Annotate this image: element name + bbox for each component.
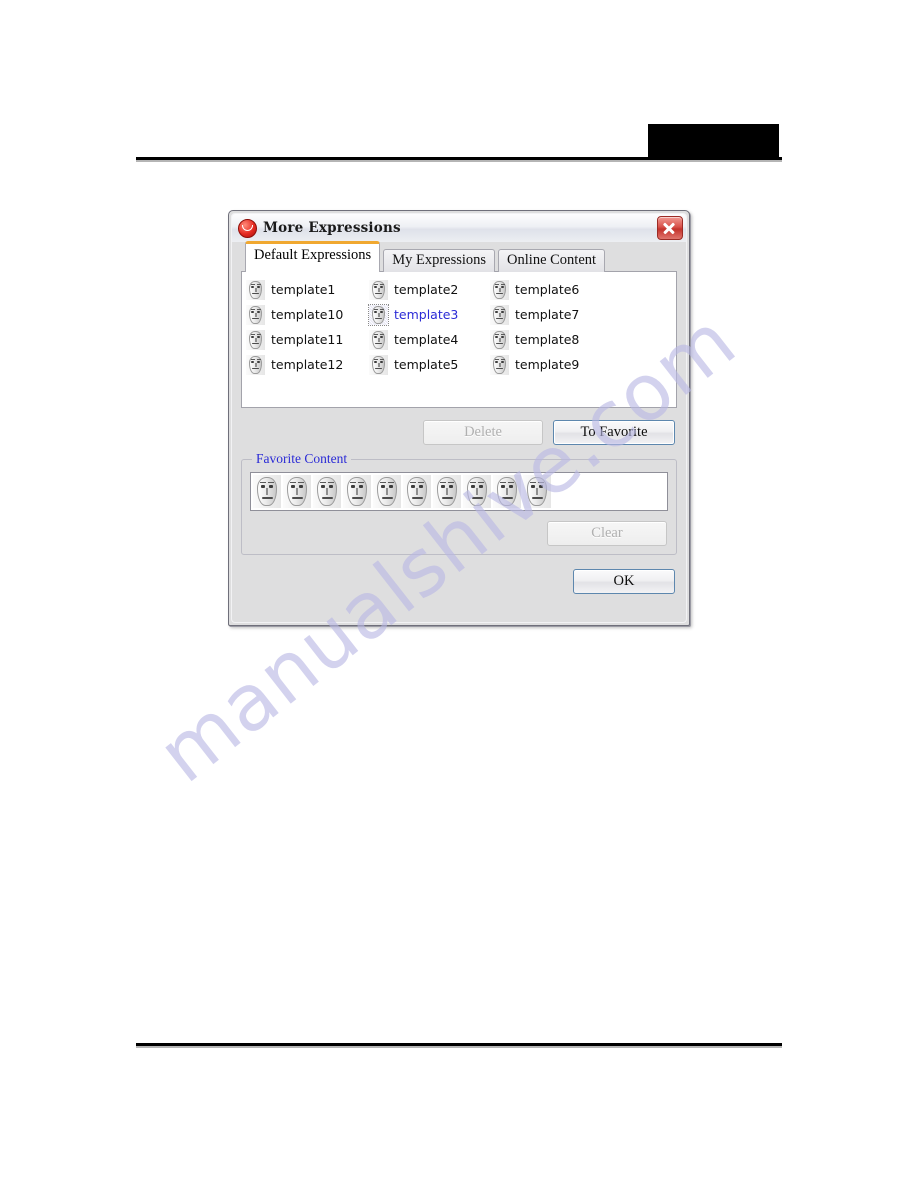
smiley-face-icon — [238, 218, 257, 238]
face-thumbnail-icon — [246, 304, 265, 325]
list-item[interactable]: template5 — [369, 352, 490, 377]
face-thumbnail-icon — [246, 354, 265, 375]
face-thumbnail-icon — [246, 329, 265, 350]
list-item-label: template7 — [515, 307, 580, 322]
favorite-thumbnail-icon[interactable] — [373, 475, 401, 508]
favorite-content-strip[interactable] — [250, 472, 668, 511]
expression-list-panel: template1 template10 template11 template… — [241, 271, 677, 408]
list-item[interactable]: template4 — [369, 327, 490, 352]
list-item[interactable]: template6 — [490, 277, 630, 302]
favorite-thumbnail-icon[interactable] — [463, 475, 491, 508]
dialog-footer-buttons: OK — [241, 569, 677, 594]
face-thumbnail-icon — [490, 279, 509, 300]
tab-bar: Default Expressions My Expressions Onlin… — [245, 241, 677, 272]
list-item-label: template9 — [515, 357, 580, 372]
favorite-content-legend: Favorite Content — [252, 451, 352, 467]
list-item-label: template6 — [515, 282, 580, 297]
list-item-label: template8 — [515, 332, 580, 347]
list-item-label: template4 — [394, 332, 459, 347]
face-thumbnail-icon — [490, 329, 509, 350]
ok-button[interactable]: OK — [573, 569, 675, 594]
list-item[interactable]: template10 — [246, 302, 369, 327]
list-item[interactable]: template1 — [246, 277, 369, 302]
expression-list-column-2: template2 template3 template4 template5 — [368, 277, 490, 377]
list-item-label: template3 — [394, 307, 459, 322]
list-item-label: template11 — [271, 332, 344, 347]
face-thumbnail-icon — [369, 329, 388, 350]
favorite-thumbnail-icon[interactable] — [283, 475, 311, 508]
list-item-selected[interactable]: template3 — [368, 302, 490, 327]
favorite-thumbnail-icon[interactable] — [493, 475, 521, 508]
favorite-thumbnail-icon[interactable] — [343, 475, 371, 508]
tab-online-content[interactable]: Online Content — [498, 249, 606, 272]
list-item-label: template10 — [271, 307, 344, 322]
favorite-thumbnail-icon[interactable] — [403, 475, 431, 508]
dialog-title: More Expressions — [263, 220, 401, 236]
list-item-label: template5 — [394, 357, 459, 372]
favorite-action-buttons: Clear — [250, 521, 668, 546]
close-icon[interactable] — [657, 216, 683, 240]
expression-list-column-1: template1 template10 template11 template… — [246, 277, 369, 377]
list-item[interactable]: template2 — [369, 277, 490, 302]
face-thumbnail-icon — [490, 304, 509, 325]
face-thumbnail-icon — [369, 354, 388, 375]
list-item[interactable]: template11 — [246, 327, 369, 352]
delete-button[interactable]: Delete — [423, 420, 543, 445]
header-rule — [136, 157, 782, 162]
header-rule-light — [136, 160, 782, 162]
footer-rule — [136, 1043, 782, 1048]
list-item[interactable]: template9 — [490, 352, 630, 377]
favorite-thumbnail-icon[interactable] — [313, 475, 341, 508]
tab-default-expressions[interactable]: Default Expressions — [245, 241, 381, 272]
tab-my-expressions[interactable]: My Expressions — [383, 249, 496, 272]
list-action-buttons: Delete To Favorite — [241, 420, 677, 445]
dialog-body: Default Expressions My Expressions Onlin… — [233, 241, 685, 602]
face-thumbnail-icon — [369, 279, 388, 300]
to-favorite-button[interactable]: To Favorite — [553, 420, 675, 445]
list-item-label: template1 — [271, 282, 336, 297]
list-item[interactable]: template8 — [490, 327, 630, 352]
document-page: More Expressions Default Expressions My … — [0, 0, 918, 1188]
favorite-thumbnail-icon[interactable] — [433, 475, 461, 508]
face-thumbnail-icon — [368, 303, 389, 326]
more-expressions-dialog: More Expressions Default Expressions My … — [228, 210, 690, 626]
redacted-header-block — [648, 124, 779, 157]
clear-button[interactable]: Clear — [547, 521, 667, 546]
expression-list-columns: template1 template10 template11 template… — [246, 277, 672, 377]
favorite-content-group: Favorite Content Clear — [241, 451, 677, 555]
favorite-thumbnail-icon[interactable] — [523, 475, 551, 508]
list-item-label: template12 — [271, 357, 344, 372]
footer-rule-light — [136, 1046, 782, 1048]
list-item[interactable]: template7 — [490, 302, 630, 327]
list-item[interactable]: template12 — [246, 352, 369, 377]
dialog-titlebar: More Expressions — [232, 214, 686, 242]
list-item-label: template2 — [394, 282, 459, 297]
face-thumbnail-icon — [246, 279, 265, 300]
favorite-thumbnail-icon[interactable] — [253, 475, 281, 508]
face-thumbnail-icon — [490, 354, 509, 375]
expression-list-column-3: template6 template7 template8 template9 — [490, 277, 630, 377]
